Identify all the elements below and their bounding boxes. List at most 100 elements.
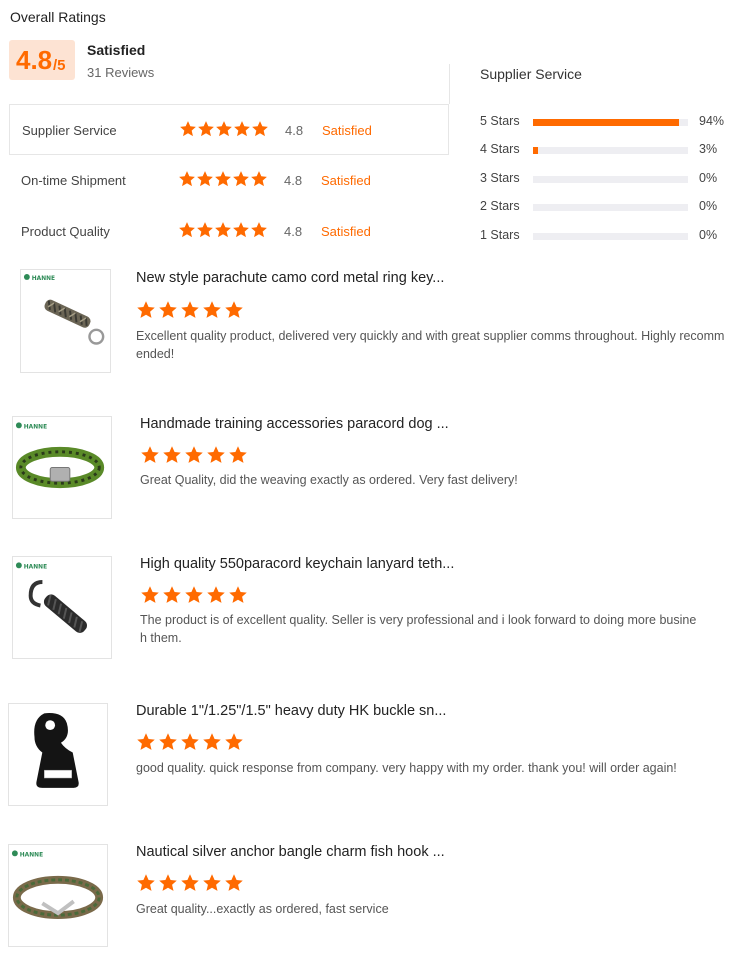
green-paracord-collar-image[interactable]: HANNE — [12, 416, 112, 519]
brand-logo: HANNE — [32, 276, 55, 282]
distribution-row: 4 Stars 3% — [480, 142, 740, 158]
rating-label: On-time Shipment — [21, 173, 126, 188]
distribution-percent: 94% — [699, 114, 725, 128]
rating-stars — [179, 120, 269, 138]
star-icon — [228, 445, 248, 465]
rating-label: Product Quality — [21, 224, 110, 239]
star-icon — [224, 873, 244, 893]
distribution-bar — [533, 147, 688, 154]
star-icon — [215, 120, 233, 138]
review-stars — [136, 300, 246, 320]
star-icon — [184, 445, 204, 465]
star-icon — [158, 300, 178, 320]
brand-logo: HANNE — [20, 852, 43, 858]
overall-score-max: /5 — [53, 57, 66, 74]
star-icon — [180, 300, 200, 320]
star-icon — [180, 732, 200, 752]
rating-row-product-quality[interactable]: Product Quality 4.8 Satisfied — [9, 206, 449, 257]
review-text: Great quality...exactly as ordered, fast… — [136, 902, 389, 916]
anchor-bracelet-image[interactable]: HANNE — [8, 844, 108, 947]
star-icon — [178, 170, 196, 188]
review-product-title[interactable]: New style parachute camo cord metal ring… — [136, 270, 444, 286]
star-icon — [178, 221, 196, 239]
star-icon — [162, 585, 182, 605]
distribution-percent: 0% — [699, 228, 718, 242]
distribution-bar — [533, 119, 688, 126]
rating-row-on-time-shipment[interactable]: On-time Shipment 4.8 Satisfied — [9, 155, 449, 206]
rating-stars — [178, 170, 268, 188]
star-icon — [214, 170, 232, 188]
distribution-row: 1 Stars 0% — [480, 228, 740, 244]
review-text: Great Quality, did the weaving exactly a… — [140, 473, 518, 487]
review-product-title[interactable]: Durable 1"/1.25"/1.5" heavy duty HK buck… — [136, 703, 446, 719]
star-icon — [184, 585, 204, 605]
divider — [449, 64, 450, 104]
overall-score-badge: 4.8 /5 — [9, 40, 75, 80]
star-icon — [232, 221, 250, 239]
distribution-row: 5 Stars 94% — [480, 114, 740, 130]
distribution-percent: 0% — [699, 199, 718, 213]
star-icon — [158, 873, 178, 893]
distribution-label: 1 Stars — [480, 228, 520, 242]
review-text: Excellent quality product, delivered ver… — [136, 329, 725, 361]
star-icon — [136, 732, 156, 752]
camo-keychain-image[interactable]: HANNE — [20, 269, 111, 373]
overall-satisfaction: Satisfied — [87, 42, 146, 58]
star-icon — [206, 585, 226, 605]
hk-buckle-snap-image[interactable] — [8, 703, 108, 806]
rating-score: 4.8 — [285, 123, 304, 138]
review-product-title[interactable]: High quality 550paracord keychain lanyar… — [140, 556, 454, 572]
distribution-title: Supplier Service — [480, 66, 582, 82]
rating-status: Satisfied — [321, 173, 371, 188]
star-icon — [196, 170, 214, 188]
star-icon — [196, 221, 214, 239]
brand-logo: HANNE — [24, 564, 47, 570]
distribution-bar — [533, 176, 688, 183]
rating-status: Satisfied — [321, 224, 371, 239]
rating-categories: Supplier Service 4.8 Satisfied On-time S… — [9, 104, 449, 258]
distribution-label: 2 Stars — [480, 199, 520, 213]
star-icon — [232, 170, 250, 188]
review-stars — [136, 732, 246, 752]
star-icon — [136, 873, 156, 893]
star-icon — [158, 732, 178, 752]
distribution-bar — [533, 233, 688, 240]
review-text: The product is of excellent quality. Sel… — [140, 613, 697, 645]
review-count: 31 Reviews — [87, 65, 155, 80]
rating-score: 4.8 — [284, 224, 303, 239]
rating-row-supplier-service[interactable]: Supplier Service 4.8 Satisfied — [9, 104, 449, 155]
distribution-bar-fill — [533, 119, 679, 126]
brand-logo: HANNE — [24, 424, 47, 430]
star-icon — [224, 732, 244, 752]
star-icon — [136, 300, 156, 320]
star-icon — [140, 585, 160, 605]
overall-ratings-title: Overall Ratings — [10, 9, 106, 25]
review-stars — [136, 873, 246, 893]
star-icon — [233, 120, 251, 138]
review-product-title[interactable]: Handmade training accessories paracord d… — [140, 416, 449, 432]
star-icon — [214, 221, 232, 239]
star-icon — [197, 120, 215, 138]
rating-stars — [178, 221, 268, 239]
distribution-label: 3 Stars — [480, 171, 520, 185]
review-stars — [140, 445, 250, 465]
star-icon — [202, 300, 222, 320]
star-icon — [228, 585, 248, 605]
overall-score: 4.8 — [16, 45, 53, 75]
distribution-bar — [533, 204, 688, 211]
distribution-label: 4 Stars — [480, 142, 520, 156]
distribution-row: 2 Stars 0% — [480, 199, 740, 215]
rating-status: Satisfied — [322, 123, 372, 138]
star-icon — [251, 120, 269, 138]
review-product-title[interactable]: Nautical silver anchor bangle charm fish… — [136, 844, 445, 860]
star-icon — [179, 120, 197, 138]
black-paracord-lanyard-image[interactable]: HANNE — [12, 556, 112, 659]
star-icon — [202, 732, 222, 752]
rating-label: Supplier Service — [22, 123, 117, 138]
star-icon — [250, 221, 268, 239]
star-icon — [180, 873, 200, 893]
distribution-percent: 3% — [699, 142, 718, 156]
star-icon — [202, 873, 222, 893]
distribution-row: 3 Stars 0% — [480, 171, 740, 187]
star-icon — [224, 300, 244, 320]
